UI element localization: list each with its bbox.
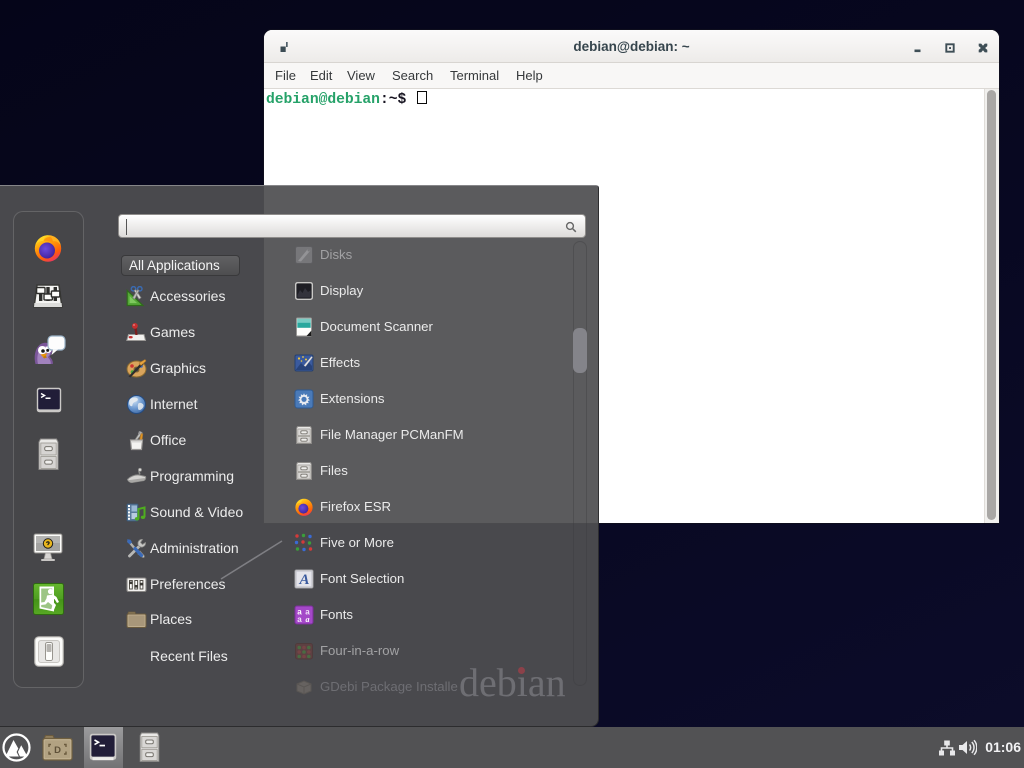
- svg-text:a: a: [306, 615, 310, 624]
- svg-text:a: a: [297, 615, 302, 624]
- svg-text:A: A: [298, 572, 309, 588]
- svg-text:D: D: [54, 745, 61, 756]
